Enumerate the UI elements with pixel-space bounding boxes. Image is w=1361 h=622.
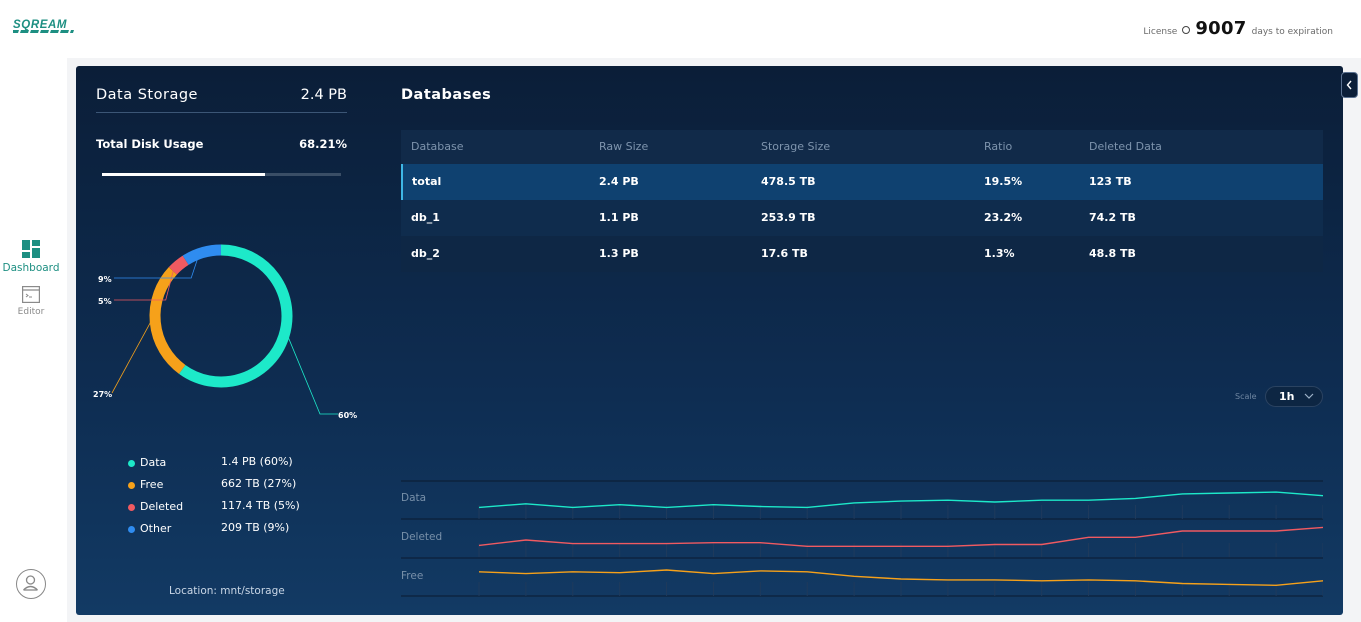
license-label: License (1143, 27, 1178, 37)
table-row[interactable]: db_2 1.3 PB 17.6 TB 1.3% 48.8 TB (401, 236, 1323, 272)
column-header[interactable]: Database (411, 130, 464, 164)
user-avatar[interactable] (16, 569, 46, 599)
column-header[interactable]: Ratio (984, 130, 1012, 164)
clock-icon (1182, 26, 1191, 34)
trend-sparklines (401, 480, 1323, 597)
license-days: 9007 (1195, 18, 1247, 39)
legend-dot (128, 460, 135, 467)
table-cell: 74.2 TB (1089, 211, 1136, 224)
disk-usage-bar (102, 173, 341, 176)
table-cell: 1.1 PB (599, 211, 639, 224)
table-cell: 19.5% (984, 175, 1023, 188)
nav-dashboard[interactable]: Dashboard (0, 240, 62, 274)
chevron-down-icon (1304, 393, 1314, 399)
scale-value: 1h (1279, 390, 1295, 403)
table-cell: 1.3 PB (599, 247, 639, 260)
nav-dashboard-label: Dashboard (2, 262, 60, 274)
legend-name: Other (140, 522, 172, 535)
legend-dot (128, 482, 135, 489)
donut-label-other: 9% (98, 275, 112, 284)
data-storage-total: 2.4 PB (300, 87, 347, 103)
data-storage-title: Data Storage (96, 87, 198, 103)
donut-label-deleted: 5% (98, 297, 112, 306)
nav-editor-label: Editor (17, 307, 45, 317)
donut-label-data: 60% (338, 411, 357, 420)
table-cell: 1.3% (984, 247, 1015, 260)
table-cell: 48.8 TB (1089, 247, 1136, 260)
legend-item-free: Free 662 TB (27%) (128, 477, 318, 493)
storage-location: Location: mnt/storage (169, 585, 285, 597)
table-cell: db_2 (411, 247, 440, 260)
top-bar: SQREAM License 9007 days to expiration (0, 0, 1361, 58)
table-cell: total (412, 175, 442, 188)
table-cell: 2.4 PB (599, 175, 639, 188)
legend-value: 1.4 PB (60%) (221, 455, 293, 468)
legend-item-deleted: Deleted 117.4 TB (5%) (128, 499, 318, 515)
total-disk-usage-label: Total Disk Usage (96, 137, 204, 151)
brand-text: SQREAM (13, 19, 67, 31)
legend-name: Free (140, 478, 164, 491)
column-header[interactable]: Storage Size (761, 130, 830, 164)
legend-value: 662 TB (27%) (221, 477, 297, 490)
donut-label-free: 27% (93, 390, 112, 399)
table-header: Database Raw Size Storage Size Ratio Del… (401, 130, 1323, 164)
table-row[interactable]: db_1 1.1 PB 253.9 TB 23.2% 74.2 TB (401, 200, 1323, 236)
legend-name: Data (140, 456, 167, 469)
databases-title: Databases (401, 87, 492, 103)
legend-value: 117.4 TB (5%) (221, 499, 300, 512)
collapse-panel-button[interactable] (1341, 72, 1358, 98)
legend-value: 209 TB (9%) (221, 521, 290, 534)
legend-item-other: Other 209 TB (9%) (128, 521, 318, 537)
chevron-left-icon (1346, 80, 1352, 90)
table-cell: 123 TB (1089, 175, 1132, 188)
sqream-logo[interactable]: SQREAM (13, 17, 75, 39)
legend-item-data: Data 1.4 PB (60%) (128, 455, 318, 471)
dashboard-icon (22, 240, 40, 258)
table-cell: 253.9 TB (761, 211, 816, 224)
leader-line-data (288, 337, 338, 415)
terminal-icon (22, 286, 40, 303)
table-cell: 17.6 TB (761, 247, 808, 260)
table-row[interactable]: total 2.4 PB 478.5 TB 19.5% 123 TB (401, 164, 1323, 200)
license-suffix: days to expiration (1251, 27, 1333, 37)
table-cell: db_1 (411, 211, 440, 224)
user-icon (23, 575, 38, 591)
legend-dot (128, 504, 135, 511)
leader-line-free (111, 322, 151, 394)
nav-editor[interactable]: Editor (0, 286, 62, 317)
donut-slice-other[interactable] (182, 244, 222, 266)
scale-label: Scale (1235, 392, 1257, 401)
disk-usage-bar-fill (102, 173, 266, 176)
storage-donut-chart: 60% 27% 5% 9% (93, 244, 357, 420)
legend-dot (128, 526, 135, 533)
sidebar: Dashboard Editor (0, 58, 62, 622)
total-disk-usage-value: 68.21% (299, 137, 347, 151)
legend-name: Deleted (140, 500, 184, 513)
dashboard-panel: Data Storage 2.4 PB Total Disk Usage 68.… (76, 66, 1343, 615)
donut-slice-data[interactable] (178, 244, 293, 388)
table-cell: 23.2% (984, 211, 1023, 224)
donut-slice-free[interactable] (149, 267, 186, 374)
column-header[interactable]: Raw Size (599, 130, 648, 164)
column-header[interactable]: Deleted Data (1089, 130, 1162, 164)
scale-select[interactable]: 1h (1265, 386, 1323, 407)
license-info: License 9007 days to expiration (1143, 18, 1333, 39)
table-cell: 478.5 TB (761, 175, 816, 188)
divider (96, 112, 347, 113)
